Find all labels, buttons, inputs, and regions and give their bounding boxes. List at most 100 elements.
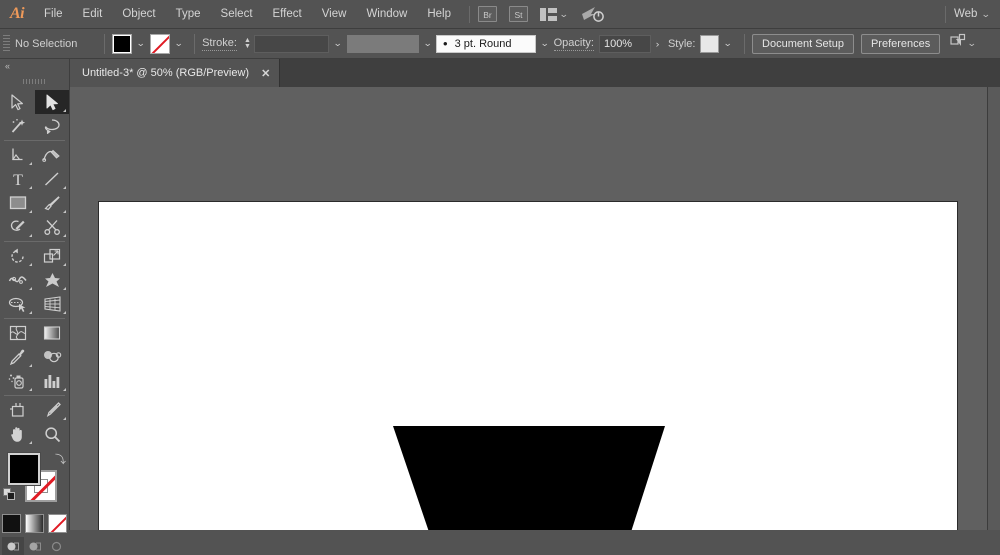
opacity-expand-icon[interactable]: › [649,39,665,49]
none-mode-button[interactable] [48,514,67,533]
stroke-chevron-down-icon[interactable]: ⌄ [167,38,189,49]
control-bar-grip[interactable] [3,35,10,53]
menu-select[interactable]: Select [211,0,263,29]
stock-button[interactable]: St [509,6,528,22]
paintbrush-tool[interactable] [35,191,69,215]
artboard[interactable] [98,201,958,530]
workspace-switcher-label[interactable]: Web [954,8,977,20]
menu-view[interactable]: View [312,0,357,29]
arrange-documents-icon[interactable] [540,8,557,21]
shape-builder-tool[interactable] [0,292,35,316]
gradient-mode-button[interactable] [25,514,44,533]
draw-inside-button[interactable] [46,537,68,555]
stroke-weight-chevron-down-icon[interactable]: ⌄ [327,38,349,49]
canvas-area[interactable] [70,87,1000,530]
stepper-down-icon[interactable]: ▼ [244,44,251,50]
default-fill-stroke-icon[interactable] [3,488,16,501]
menu-window[interactable]: Window [356,0,417,29]
align-to-pixel-grid-icon[interactable] [950,33,968,54]
style-chevron-down-icon[interactable]: ⌄ [717,38,739,49]
tool-divider-4 [4,395,65,396]
artboard-tool[interactable] [0,398,35,422]
menu-help[interactable]: Help [417,0,461,29]
symbol-sprayer-tool[interactable] [0,369,35,393]
draw-behind-button[interactable] [24,537,46,555]
line-segment-tool[interactable] [35,167,69,191]
tool-flyout-indicator[interactable] [29,234,32,237]
variable-width-chevron-down-icon[interactable]: ⌄ [416,38,438,49]
free-transform-tool[interactable] [35,268,69,292]
tool-flyout-indicator[interactable] [63,287,66,290]
rotate-tool[interactable] [0,244,35,268]
swap-fill-stroke-icon[interactable]: ⤵ [55,451,66,467]
tool-flyout-indicator[interactable] [63,263,66,266]
scale-tool[interactable] [35,244,69,268]
opacity-input[interactable]: 100% [599,35,651,53]
tool-flyout-indicator[interactable] [29,441,32,444]
gradient-tool[interactable] [35,321,69,345]
menu-edit[interactable]: Edit [73,0,113,29]
eyedropper-tool[interactable] [0,345,35,369]
shaper-tool[interactable] [0,215,35,239]
tool-flyout-indicator[interactable] [29,162,32,165]
stroke-color-swatch[interactable] [150,34,170,54]
workspace-chevron-down-icon[interactable]: ⌄ [981,9,991,20]
tool-flyout-indicator[interactable] [63,311,66,314]
color-mode-button[interactable] [2,514,21,533]
menu-type[interactable]: Type [166,0,211,29]
slice-tool[interactable] [35,398,69,422]
width-tool[interactable] [0,268,35,292]
collapse-panel-icon[interactable]: « [5,61,9,71]
menu-object[interactable]: Object [112,0,165,29]
arrange-chevron-down-icon[interactable]: ⌄ [559,9,569,20]
type-tool[interactable]: T [0,167,35,191]
draw-normal-button[interactable] [2,537,24,555]
tool-flyout-indicator[interactable] [29,388,32,391]
tool-flyout-indicator[interactable] [63,109,66,112]
zoom-tool[interactable] [35,422,69,446]
mesh-tool[interactable] [0,321,35,345]
tool-flyout-indicator[interactable] [29,263,32,266]
tools-panel-grip[interactable] [23,76,47,87]
close-icon[interactable]: ✕ [261,67,270,80]
fill-chevron-down-icon[interactable]: ⌄ [130,38,152,49]
document-setup-button[interactable]: Document Setup [752,34,854,54]
tool-flyout-indicator[interactable] [63,186,66,189]
align-chevron-down-icon[interactable]: ⌄ [967,38,977,49]
blend-tool[interactable] [35,345,69,369]
tool-flyout-indicator[interactable] [63,388,66,391]
tool-flyout-indicator[interactable] [63,417,66,420]
menu-effect[interactable]: Effect [263,0,312,29]
variable-width-profile-input[interactable] [347,35,419,53]
column-graph-tool[interactable] [35,369,69,393]
tool-flyout-indicator[interactable] [63,210,66,213]
vertical-scrollbar[interactable] [987,87,1000,530]
stroke-weight-stepper[interactable]: ▲ ▼ [242,38,253,50]
fill-swatch-large[interactable] [8,453,40,485]
bridge-button[interactable]: Br [478,6,497,22]
pen-tool[interactable] [0,143,35,167]
tool-flyout-indicator[interactable] [29,186,32,189]
document-tab[interactable]: Untitled-3* @ 50% (RGB/Preview) ✕ [70,59,280,87]
tool-flyout-indicator[interactable] [63,234,66,237]
magic-wand-tool[interactable] [0,114,35,138]
rectangle-tool[interactable] [0,191,35,215]
tool-flyout-indicator[interactable] [29,311,32,314]
tool-flyout-indicator[interactable] [29,364,32,367]
creative-cloud-sync-icon[interactable] [581,5,605,23]
lasso-tool[interactable] [35,114,69,138]
brush-chevron-down-icon[interactable]: ⌄ [534,38,556,49]
selection-tool[interactable] [0,90,35,114]
trapezoid-path[interactable] [393,426,667,530]
curvature-tool[interactable] [35,143,69,167]
direct-selection-tool[interactable] [35,90,69,114]
brush-definition-input[interactable]: • 3 pt. Round [436,35,536,53]
hand-tool[interactable] [0,422,35,446]
menu-file[interactable]: File [34,0,73,29]
tool-flyout-indicator[interactable] [29,287,32,290]
perspective-grid-tool[interactable] [35,292,69,316]
preferences-button[interactable]: Preferences [861,34,940,54]
scissors-tool[interactable] [35,215,69,239]
stroke-weight-input[interactable] [254,35,329,53]
tool-flyout-indicator[interactable] [29,210,32,213]
